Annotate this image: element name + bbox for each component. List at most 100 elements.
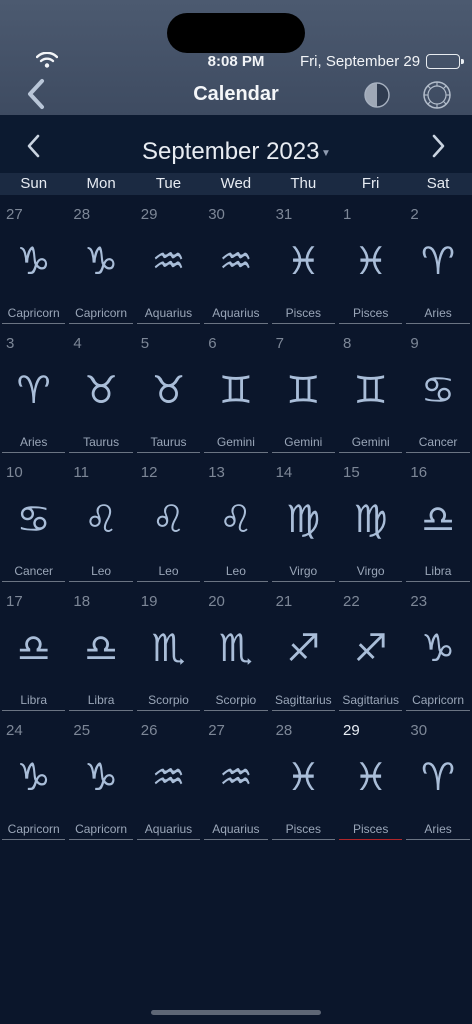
zodiac-pisces-icon: ♓ — [286, 755, 321, 799]
zodiac-sign-label: Sagittarius — [274, 693, 332, 707]
sun-button[interactable] — [422, 80, 452, 110]
day-cell[interactable]: 11 ♌ Leo — [67, 458, 134, 587]
zodiac-leo-icon: ♌ — [84, 497, 119, 541]
zodiac-taurus-icon: ♉ — [84, 368, 119, 412]
day-cell[interactable]: 3 ♈ Aries — [0, 329, 67, 458]
weekday-label: Tue — [155, 175, 182, 192]
day-cell[interactable]: 9 ♋ Cancer — [404, 329, 471, 458]
day-cell[interactable]: 5 ♉ Taurus — [135, 329, 202, 458]
zodiac-pisces-icon: ♓ — [286, 239, 321, 283]
day-cell[interactable]: 28 ♑ Capricorn — [67, 200, 134, 329]
zodiac-leo-icon: ♌ — [218, 497, 253, 541]
day-number: 27 — [6, 206, 23, 223]
day-cell[interactable]: 29 ♓ Pisces — [337, 716, 404, 845]
weekday-label: Fri — [361, 175, 380, 192]
day-cell[interactable]: 31 ♓ Pisces — [270, 200, 337, 329]
cell-divider — [339, 581, 403, 582]
day-cell[interactable]: 6 ♊ Gemini — [202, 329, 269, 458]
zodiac-sign-label: Libra — [87, 693, 115, 707]
cell-divider — [204, 710, 268, 711]
cell-divider — [204, 839, 268, 840]
cell-divider — [406, 710, 470, 711]
day-number: 19 — [140, 593, 158, 610]
day-cell[interactable]: 27 ♑ Capricorn — [0, 200, 67, 329]
home-indicator — [151, 1010, 321, 1015]
zodiac-sign-label: Pisces — [285, 822, 321, 836]
zodiac-pisces-icon: ♓ — [353, 239, 388, 283]
zodiac-libra-icon: ♎ — [84, 626, 119, 670]
zodiac-aquarius-icon: ♒ — [151, 755, 186, 799]
day-number: 22 — [343, 593, 360, 610]
day-number: 12 — [140, 464, 158, 481]
day-cell[interactable]: 21 ♐ Sagittarius — [270, 587, 337, 716]
today-underline — [339, 839, 403, 840]
day-cell[interactable]: 29 ♒ Aquarius — [135, 200, 202, 329]
cell-divider — [271, 581, 335, 582]
top-header: 8:08 PM Fri, September 29 Calendar — [0, 0, 472, 115]
day-cell[interactable]: 15 ♍ Virgo — [337, 458, 404, 587]
zodiac-scorpio-icon: ♏ — [151, 626, 186, 670]
cell-divider — [2, 710, 66, 711]
prev-month-button[interactable] — [24, 133, 44, 159]
day-cell[interactable]: 1 ♓ Pisces — [337, 200, 404, 329]
day-cell[interactable]: 28 ♓ Pisces — [270, 716, 337, 845]
cell-divider — [69, 581, 133, 582]
zodiac-sign-label: Taurus — [83, 435, 120, 449]
day-number: 16 — [410, 464, 428, 481]
zodiac-sign-label: Aries — [424, 822, 452, 836]
day-cell[interactable]: 20 ♏ Scorpio — [202, 587, 269, 716]
cell-divider — [204, 323, 268, 324]
month-label[interactable]: September 2023 — [142, 138, 319, 166]
day-cell[interactable]: 10 ♋ Cancer — [0, 458, 67, 587]
zodiac-sign-label: Aries — [424, 306, 452, 320]
day-number: 28 — [275, 722, 293, 739]
zodiac-scorpio-icon: ♏ — [218, 626, 253, 670]
day-cell[interactable]: 23 ♑ Capricorn — [404, 587, 471, 716]
day-number: 20 — [208, 593, 225, 610]
cell-divider — [271, 452, 335, 453]
day-cell[interactable]: 26 ♒ Aquarius — [135, 716, 202, 845]
day-cell[interactable]: 8 ♊ Gemini — [337, 329, 404, 458]
cell-divider — [339, 710, 403, 711]
zodiac-sign-label: Pisces — [285, 306, 321, 320]
page-title: Calendar — [193, 83, 279, 105]
wifi-icon — [36, 52, 58, 68]
day-number: 28 — [73, 206, 91, 223]
day-cell[interactable]: 30 ♈ Aries — [404, 716, 471, 845]
zodiac-sign-label: Libra — [20, 693, 48, 707]
zodiac-aries-icon: ♈ — [16, 368, 51, 412]
day-cell[interactable]: 17 ♎ Libra — [0, 587, 67, 716]
dynamic-island — [167, 13, 305, 53]
weekday-header: Sun Mon Tue Wed Thu Fri Sat — [0, 173, 472, 195]
zodiac-sign-label: Capricorn — [412, 693, 465, 707]
zodiac-sign-label: Pisces — [353, 306, 389, 320]
cell-divider — [406, 452, 470, 453]
moon-phase-button[interactable] — [363, 81, 391, 109]
day-cell[interactable]: 12 ♌ Leo — [135, 458, 202, 587]
day-cell[interactable]: 13 ♌ Leo — [202, 458, 269, 587]
zodiac-sign-label: Virgo — [289, 564, 318, 578]
cell-divider — [136, 839, 201, 840]
day-cell[interactable]: 2 ♈ Aries — [404, 200, 471, 329]
day-cell[interactable]: 16 ♎ Libra — [404, 458, 471, 587]
day-cell[interactable]: 25 ♑ Capricorn — [67, 716, 134, 845]
day-cell[interactable]: 27 ♒ Aquarius — [202, 716, 269, 845]
day-cell[interactable]: 30 ♒ Aquarius — [202, 200, 269, 329]
weekday-label: Sat — [426, 175, 450, 192]
day-cell[interactable]: 24 ♑ Capricorn — [0, 716, 67, 845]
zodiac-sign-label: Aquarius — [212, 306, 260, 320]
day-cell[interactable]: 7 ♊ Gemini — [270, 329, 337, 458]
zodiac-capricorn-icon: ♑ — [84, 755, 119, 799]
day-cell[interactable]: 14 ♍ Virgo — [270, 458, 337, 587]
zodiac-capricorn-icon: ♑ — [84, 239, 119, 283]
zodiac-virgo-icon: ♍ — [353, 497, 388, 541]
day-cell[interactable]: 22 ♐ Sagittarius — [337, 587, 404, 716]
day-cell[interactable]: 19 ♏ Scorpio — [135, 587, 202, 716]
day-number: 27 — [208, 722, 225, 739]
cell-divider — [69, 452, 133, 453]
day-cell[interactable]: 4 ♉ Taurus — [67, 329, 134, 458]
next-month-button[interactable] — [428, 133, 448, 159]
dropdown-caret-icon[interactable]: ▼ — [321, 148, 331, 159]
day-cell[interactable]: 18 ♎ Libra — [67, 587, 134, 716]
battery-icon — [426, 54, 464, 69]
